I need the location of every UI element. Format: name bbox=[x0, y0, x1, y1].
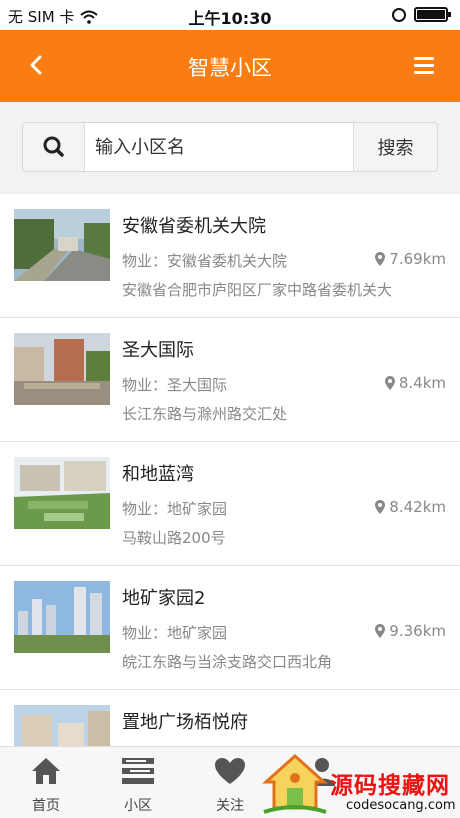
list-item[interactable]: 安徽省委机关大院 物业：安徽省委机关大院 7.69km 安徽省合肥市庐阳区厂家中… bbox=[0, 194, 460, 318]
search-button[interactable]: 搜索 bbox=[353, 123, 437, 171]
tab-label: 小区 bbox=[124, 798, 152, 814]
house-logo-icon bbox=[262, 753, 328, 814]
distance: 9.36km bbox=[375, 622, 446, 640]
list-item[interactable]: 和地蓝湾 物业：地矿家园 8.42km 马鞍山路200号 bbox=[0, 442, 460, 566]
community-address: 皖江东路与当涂支路交口西北角 bbox=[122, 653, 333, 671]
distance-value: 8.4km bbox=[398, 374, 446, 392]
distance-value: 8.42km bbox=[389, 498, 446, 516]
community-name: 置地广场栢悦府 bbox=[122, 712, 248, 733]
home-icon bbox=[32, 758, 60, 784]
distance-value: 9.36km bbox=[389, 622, 446, 640]
rotation-lock-icon bbox=[392, 7, 406, 22]
property-management: 物业：地矿家园 bbox=[122, 500, 228, 518]
watermark-url: codesocang.com bbox=[346, 798, 456, 813]
status-bar: 无 SIM 卡 上午10:30 bbox=[0, 0, 460, 30]
list-item[interactable]: 地矿家园2 物业：地矿家园 9.36km 皖江东路与当涂支路交口西北角 bbox=[0, 566, 460, 690]
community-address: 马鞍山路200号 bbox=[122, 529, 226, 547]
community-thumbnail bbox=[14, 705, 110, 746]
heart-icon bbox=[215, 758, 245, 784]
list-item[interactable]: 圣大国际 物业：圣大国际 8.4km 长江东路与滁州路交汇处 bbox=[0, 318, 460, 442]
property-management: 物业：安徽省委机关大院 bbox=[122, 252, 288, 270]
community-list: 安徽省委机关大院 物业：安徽省委机关大院 7.69km 安徽省合肥市庐阳区厂家中… bbox=[0, 194, 460, 746]
community-name: 圣大国际 bbox=[122, 340, 194, 361]
page-title: 智慧小区 bbox=[188, 56, 272, 80]
location-pin-icon bbox=[375, 500, 386, 514]
search-icon bbox=[43, 136, 64, 157]
tab-favorites[interactable]: 关注 bbox=[190, 755, 270, 815]
distance: 8.4km bbox=[384, 374, 446, 392]
search-box: 搜索 bbox=[22, 122, 438, 172]
community-thumbnail bbox=[14, 581, 110, 653]
tab-home[interactable]: 首页 bbox=[6, 755, 86, 815]
community-thumbnail bbox=[14, 333, 110, 405]
header-bar: 智慧小区 bbox=[0, 30, 460, 102]
tab-label: 首页 bbox=[32, 798, 60, 814]
distance-value: 7.69km bbox=[389, 250, 446, 268]
watermark: 源码搜藏网 codesocang.com bbox=[260, 752, 460, 818]
community-thumbnail bbox=[14, 209, 110, 281]
search-icon-wrap bbox=[23, 123, 85, 171]
search-area: 搜索 bbox=[0, 102, 460, 194]
community-thumbnail bbox=[14, 457, 110, 529]
property-management: 物业：圣大国际 bbox=[122, 376, 228, 394]
location-pin-icon bbox=[375, 252, 386, 266]
list-icon bbox=[122, 758, 154, 784]
location-pin-icon bbox=[375, 624, 386, 638]
community-name: 安徽省委机关大院 bbox=[122, 216, 266, 237]
menu-icon[interactable] bbox=[414, 57, 434, 74]
status-time: 上午10:30 bbox=[188, 9, 272, 28]
list-item[interactable]: 置地广场栢悦府 bbox=[0, 690, 460, 746]
location-pin-icon bbox=[384, 376, 395, 390]
distance: 7.69km bbox=[375, 250, 446, 268]
status-right bbox=[392, 7, 451, 22]
tab-community[interactable]: 小区 bbox=[98, 755, 178, 815]
battery-icon bbox=[414, 7, 451, 22]
property-management: 物业：地矿家园 bbox=[122, 624, 228, 642]
community-name: 和地蓝湾 bbox=[122, 464, 194, 485]
community-address: 安徽省合肥市庐阳区厂家中路省委机关大 bbox=[122, 281, 393, 299]
tab-label: 关注 bbox=[216, 798, 244, 814]
community-name: 地矿家园2 bbox=[122, 588, 206, 609]
search-input[interactable] bbox=[85, 123, 353, 171]
community-address: 长江东路与滁州路交汇处 bbox=[122, 405, 288, 423]
watermark-brand: 源码搜藏网 bbox=[330, 773, 450, 799]
distance: 8.42km bbox=[375, 498, 446, 516]
